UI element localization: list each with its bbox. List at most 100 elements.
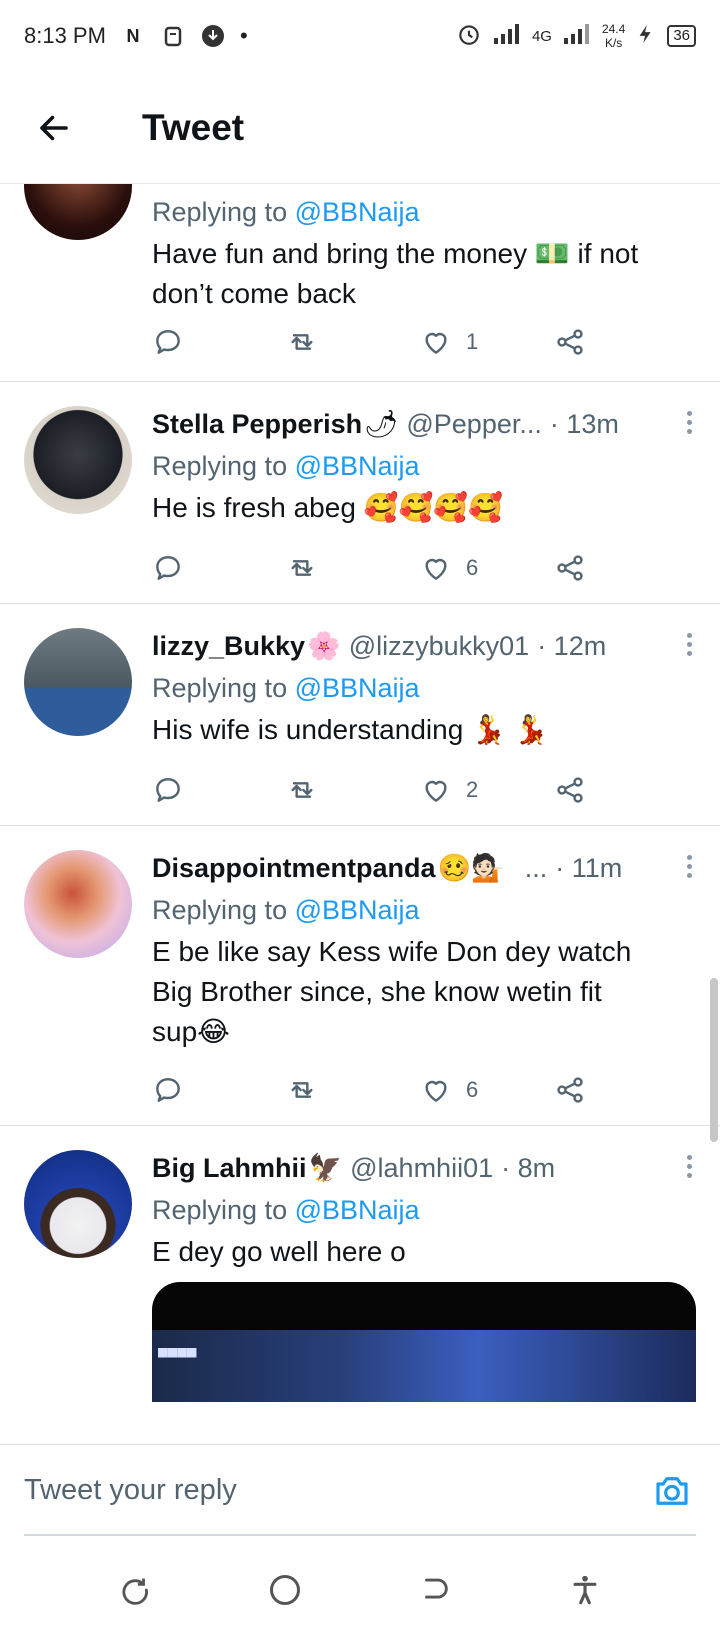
comment-icon xyxy=(156,556,180,580)
tweet-card[interactable]: Stella Pepperish 🌶 @Pepper... · 13m Repl… xyxy=(0,382,720,604)
author-name[interactable]: Stella Pepperish xyxy=(152,409,362,440)
share-button[interactable] xyxy=(554,774,586,806)
author-name[interactable]: Disappointmentpanda xyxy=(152,853,436,884)
home-circle-icon xyxy=(270,1575,300,1605)
name-emoji: 🦅 xyxy=(308,1153,343,1183)
recents-button[interactable] xyxy=(105,1560,165,1620)
share-icon xyxy=(557,329,583,355)
tweet-actions: 1 xyxy=(152,320,612,364)
tweet-time: · 11m xyxy=(555,852,623,883)
tweet-header: Disappointmentpanda 🥴💁🏻 ... · 11m xyxy=(152,848,696,888)
arrow-left-icon xyxy=(40,115,68,140)
avatar[interactable] xyxy=(24,184,132,240)
heart-icon xyxy=(425,780,447,802)
accessibility-icon xyxy=(573,1575,597,1605)
replying-to: Replying to @BBNaija xyxy=(152,1195,420,1225)
back-button[interactable] xyxy=(22,96,86,160)
mention-link[interactable]: @BBNaija xyxy=(295,451,420,481)
tweet-card[interactable]: Disappointmentpanda 🥴💁🏻 ... · 11m Replyi… xyxy=(0,826,720,1126)
avatar[interactable] xyxy=(24,1150,132,1258)
more-options-icon[interactable] xyxy=(676,626,702,662)
author-handle[interactable]: ... xyxy=(525,853,548,884)
more-options-icon[interactable] xyxy=(676,848,702,884)
share-icon xyxy=(557,555,583,581)
mention-link[interactable]: @BBNaija xyxy=(295,673,420,703)
scrollbar-thumb[interactable] xyxy=(710,978,718,1142)
tweet-actions: 2 xyxy=(152,768,612,812)
author-name[interactable]: Big Lahmhii xyxy=(152,1153,307,1184)
mention-link[interactable]: @BBNaija xyxy=(295,1195,420,1225)
tweet-time: · 13m xyxy=(549,408,619,439)
signal-2-icon xyxy=(562,24,592,48)
like-button[interactable]: 6 xyxy=(420,552,478,584)
author-name[interactable]: lizzy_Bukky xyxy=(152,631,305,662)
camera-icon xyxy=(656,1476,688,1505)
mention-link[interactable]: @BBNaija xyxy=(295,895,420,925)
retweet-icon xyxy=(291,560,313,576)
reply-button[interactable] xyxy=(152,774,184,806)
retweet-button[interactable] xyxy=(286,326,318,358)
retweet-button[interactable] xyxy=(286,1074,318,1106)
like-button[interactable]: 2 xyxy=(420,774,478,806)
alarm-icon xyxy=(456,21,482,51)
share-button[interactable] xyxy=(554,552,586,584)
back-nav-icon xyxy=(425,1578,448,1599)
author-handle[interactable]: @Pepper... xyxy=(406,409,542,440)
reply-composer xyxy=(0,1444,720,1536)
share-button[interactable] xyxy=(554,326,586,358)
tweet-actions: 6 xyxy=(152,1068,612,1112)
mention-link[interactable]: @BBNaija xyxy=(295,197,420,227)
avatar[interactable] xyxy=(24,850,132,958)
tweet-media[interactable]: ■■■■ xyxy=(152,1282,696,1402)
comment-icon xyxy=(156,1078,180,1102)
camera-button[interactable] xyxy=(648,1467,696,1515)
reply-input[interactable] xyxy=(24,1474,648,1507)
tweet-actions: 6 xyxy=(152,546,612,590)
signal-icon xyxy=(492,24,522,48)
recents-icon xyxy=(122,1578,148,1605)
replies-feed[interactable]: Replying to @BBNaija Have fun and bring … xyxy=(0,184,720,1444)
tweet-text: E be like say Kess wife Don dey watch Bi… xyxy=(152,936,632,1047)
back-nav-button[interactable] xyxy=(405,1560,465,1620)
network-label: 4G xyxy=(531,27,552,45)
tweet-time: · 8m xyxy=(501,1152,556,1183)
retweet-button[interactable] xyxy=(286,552,318,584)
home-button[interactable] xyxy=(255,1560,315,1620)
name-emoji: 🌶 xyxy=(364,409,399,439)
like-count: 2 xyxy=(466,777,479,802)
retweet-button[interactable] xyxy=(286,774,318,806)
like-button[interactable]: 6 xyxy=(420,1074,478,1106)
reply-button[interactable] xyxy=(152,326,184,358)
dot-icon: • xyxy=(239,23,248,48)
replying-to: Replying to @BBNaija xyxy=(152,451,420,481)
like-count: 6 xyxy=(466,1077,479,1102)
reply-button[interactable] xyxy=(152,1074,184,1106)
share-button[interactable] xyxy=(554,1074,586,1106)
like-count: 1 xyxy=(466,329,479,354)
replying-to: Replying to @BBNaija xyxy=(152,197,420,227)
share-icon xyxy=(557,1077,583,1103)
heart-icon xyxy=(425,1080,447,1102)
reply-button[interactable] xyxy=(152,552,184,584)
tweet-card[interactable]: Replying to @BBNaija Have fun and bring … xyxy=(0,184,720,382)
author-handle[interactable]: @lizzybukky01 xyxy=(349,631,529,662)
tweet-card[interactable]: lizzy_Bukky 🌸 @lizzybukky01 · 12m Replyi… xyxy=(0,604,720,826)
more-options-icon[interactable] xyxy=(676,1148,702,1184)
retweet-icon xyxy=(291,1082,313,1098)
media-preview: ■■■■ xyxy=(152,1330,696,1402)
app-header: Tweet xyxy=(0,72,720,184)
tweet-card[interactable]: Big Lahmhii 🦅 @lahmhii01 · 8m Replying t… xyxy=(0,1126,720,1444)
like-button[interactable]: 1 xyxy=(420,326,478,358)
n-app-icon: N xyxy=(126,25,140,46)
avatar[interactable] xyxy=(24,406,132,514)
heart-icon xyxy=(425,558,447,580)
accessibility-button[interactable] xyxy=(555,1560,615,1620)
tweet-text: Have fun and bring the money 💵 if not do… xyxy=(152,238,639,309)
heart-icon xyxy=(425,332,447,354)
tweet-text: E dey go well here o xyxy=(152,1236,406,1267)
author-handle[interactable]: @lahmhii01 xyxy=(350,1153,493,1184)
download-icon xyxy=(200,23,226,49)
avatar[interactable] xyxy=(24,628,132,736)
more-options-icon[interactable] xyxy=(676,404,702,440)
tweet-time: · 12m xyxy=(537,630,607,661)
